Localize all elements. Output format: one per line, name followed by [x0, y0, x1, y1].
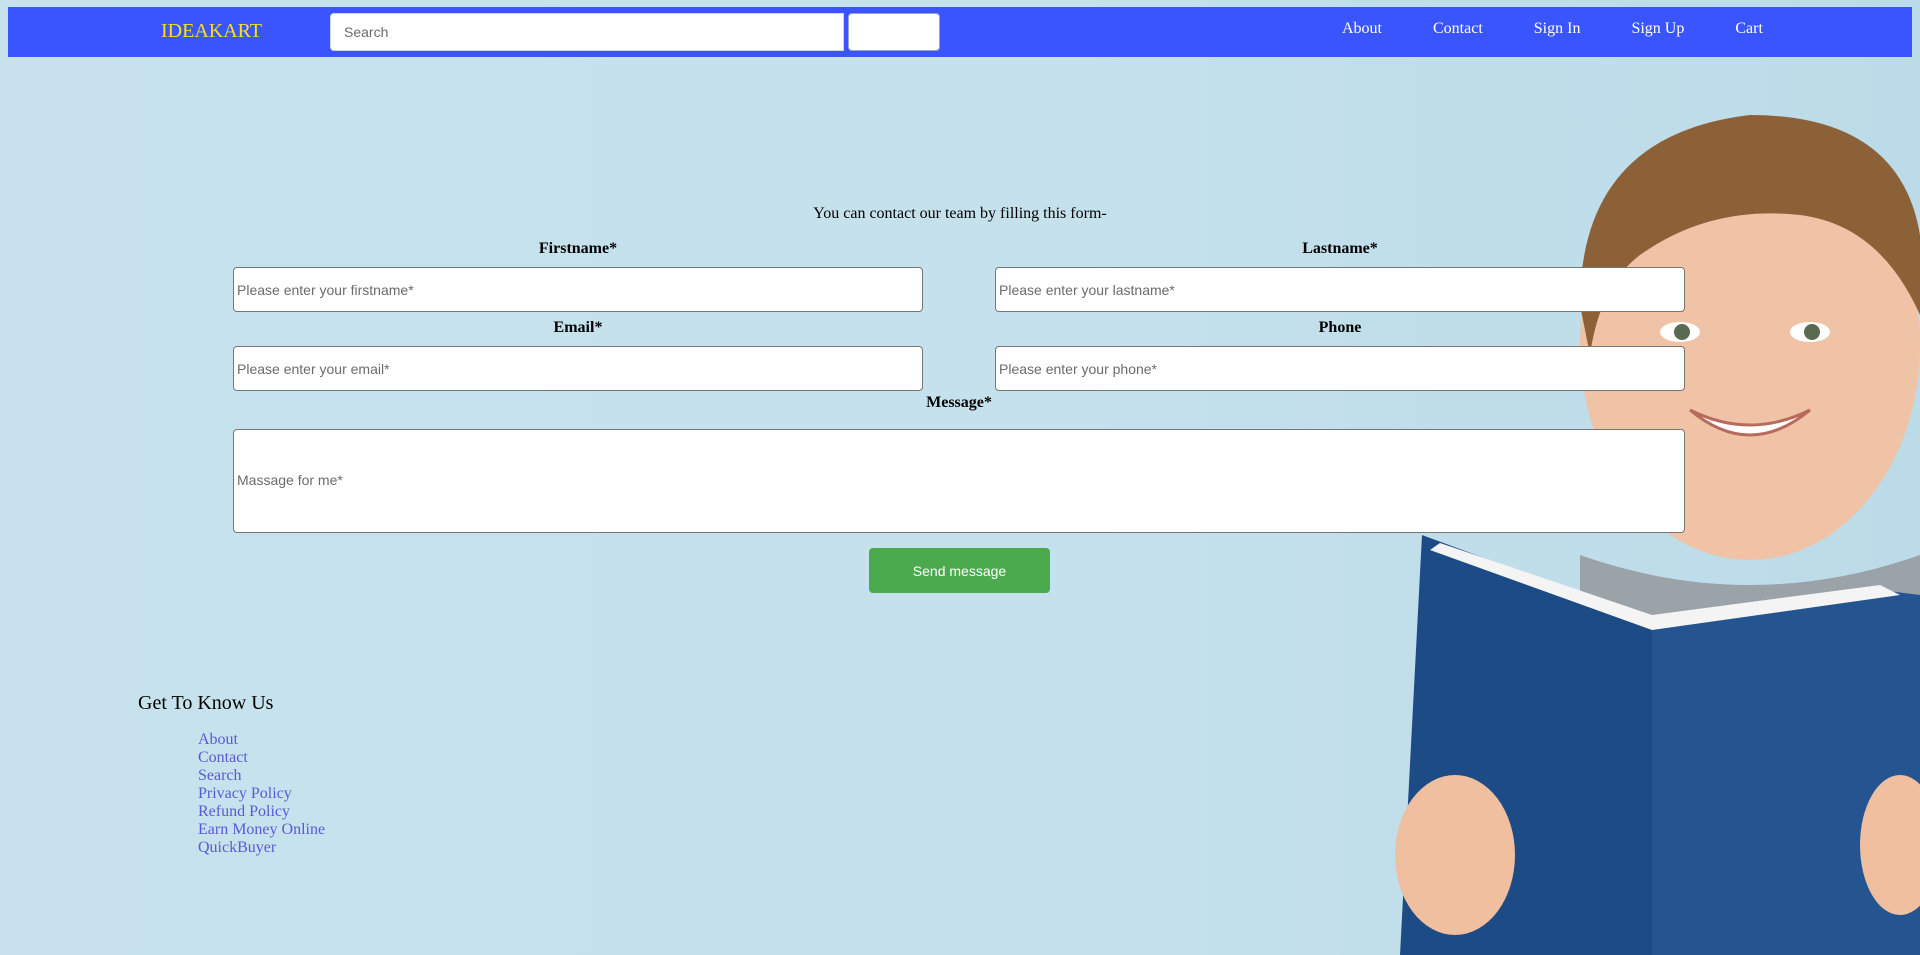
- search-input[interactable]: [330, 13, 844, 51]
- firstname-input[interactable]: [233, 267, 923, 312]
- message-textarea[interactable]: [233, 429, 1685, 533]
- footer-title: Get To Know Us: [138, 692, 274, 714]
- firstname-label: Firstname*: [538, 240, 618, 257]
- footer-link-contact[interactable]: Contact: [198, 749, 248, 766]
- nav-about-link[interactable]: About: [1342, 20, 1382, 38]
- brand-logo[interactable]: IDEAKART: [161, 20, 262, 43]
- phone-input[interactable]: [995, 346, 1685, 391]
- lastname-label: Lastname*: [1302, 240, 1378, 257]
- message-label: Message*: [926, 394, 992, 411]
- nav-contact-link[interactable]: Contact: [1433, 20, 1483, 38]
- footer-links: About Contact Search Privacy Policy Refu…: [198, 731, 325, 857]
- footer-link-refund-policy[interactable]: Refund Policy: [198, 803, 290, 820]
- footer-link-search[interactable]: Search: [198, 767, 242, 784]
- footer-link-quickbuyer[interactable]: QuickBuyer: [198, 839, 276, 856]
- email-label: Email*: [553, 319, 603, 336]
- email-input[interactable]: [233, 346, 923, 391]
- search-button[interactable]: [848, 13, 940, 51]
- navbar: IDEAKART About Contact Sign In Sign Up C…: [8, 7, 1912, 57]
- nav-links: About Contact Sign In Sign Up Cart: [1342, 20, 1814, 38]
- nav-sign-up-link[interactable]: Sign Up: [1631, 20, 1684, 38]
- form-intro-text: You can contact our team by filling this…: [813, 205, 1107, 222]
- lastname-input[interactable]: [995, 267, 1685, 312]
- nav-cart-link[interactable]: Cart: [1735, 20, 1763, 38]
- send-message-button[interactable]: Send message: [869, 548, 1050, 593]
- nav-sign-in-link[interactable]: Sign In: [1534, 20, 1581, 38]
- footer-link-about[interactable]: About: [198, 731, 238, 748]
- search-bar: [330, 13, 940, 51]
- footer-link-earn-money-online[interactable]: Earn Money Online: [198, 821, 325, 838]
- footer-link-privacy-policy[interactable]: Privacy Policy: [198, 785, 292, 802]
- phone-label: Phone: [1318, 319, 1362, 336]
